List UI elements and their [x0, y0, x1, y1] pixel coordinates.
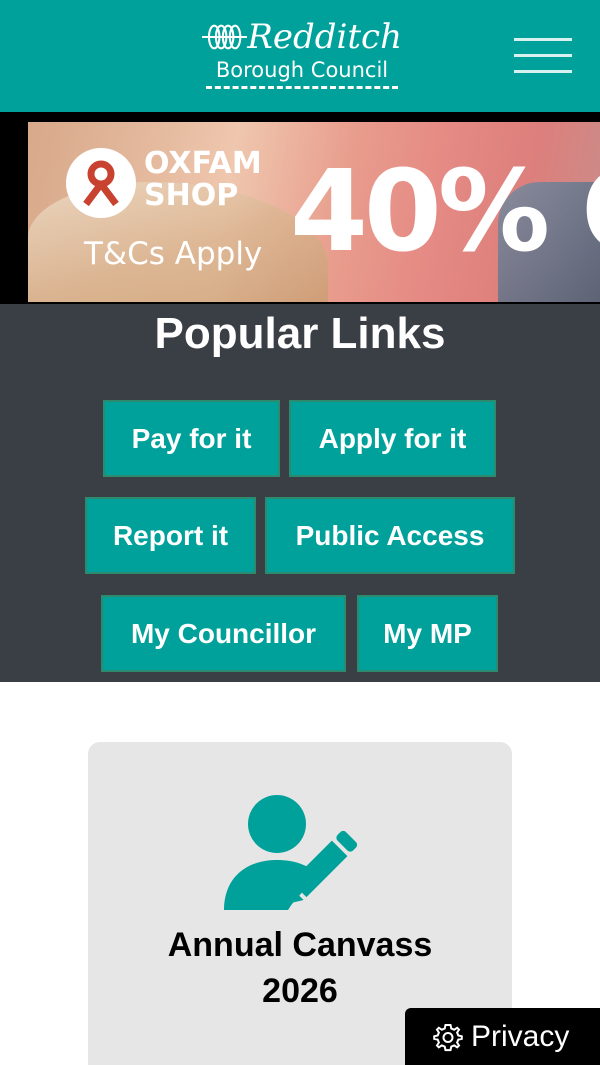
menu-button[interactable]	[514, 36, 572, 76]
oxfam-logo-icon	[66, 148, 136, 218]
council-logo[interactable]: Redditch Borough Council	[202, 14, 402, 96]
promo-discount-text: 40% OF	[290, 147, 600, 277]
popular-links-title: Popular Links	[154, 309, 446, 358]
promo-banner[interactable]: OXFAM SHOP T&Cs Apply 40% OF	[0, 112, 600, 304]
logo-name: Redditch	[247, 17, 402, 57]
my-councillor-button[interactable]: My Councillor	[101, 595, 346, 672]
gear-icon	[433, 1023, 463, 1051]
card-title: Annual Canvass 2026	[167, 926, 433, 1010]
my-mp-button[interactable]: My MP	[357, 595, 498, 672]
logo-subtitle: Borough Council	[215, 58, 389, 82]
popular-links-section: Popular Links Pay for it Apply for it Re…	[0, 304, 600, 682]
oxfam-brand: OXFAM SHOP	[144, 146, 262, 213]
site-header: Redditch Borough Council	[0, 0, 600, 112]
pay-for-it-button[interactable]: Pay for it	[103, 400, 280, 477]
banner-image: OXFAM SHOP T&Cs Apply 40% OF	[28, 122, 600, 302]
public-access-button[interactable]: Public Access	[265, 497, 515, 574]
logo-coil-icon	[202, 24, 248, 50]
user-edit-icon	[224, 795, 358, 910]
apply-for-it-button[interactable]: Apply for it	[289, 400, 496, 477]
terms-text: T&Cs Apply	[84, 236, 263, 272]
logo-underline	[206, 86, 398, 89]
hamburger-menu-icon	[514, 38, 572, 41]
privacy-label: Privacy	[471, 1019, 570, 1053]
privacy-button[interactable]: Privacy	[405, 1008, 600, 1065]
report-it-button[interactable]: Report it	[85, 497, 256, 574]
